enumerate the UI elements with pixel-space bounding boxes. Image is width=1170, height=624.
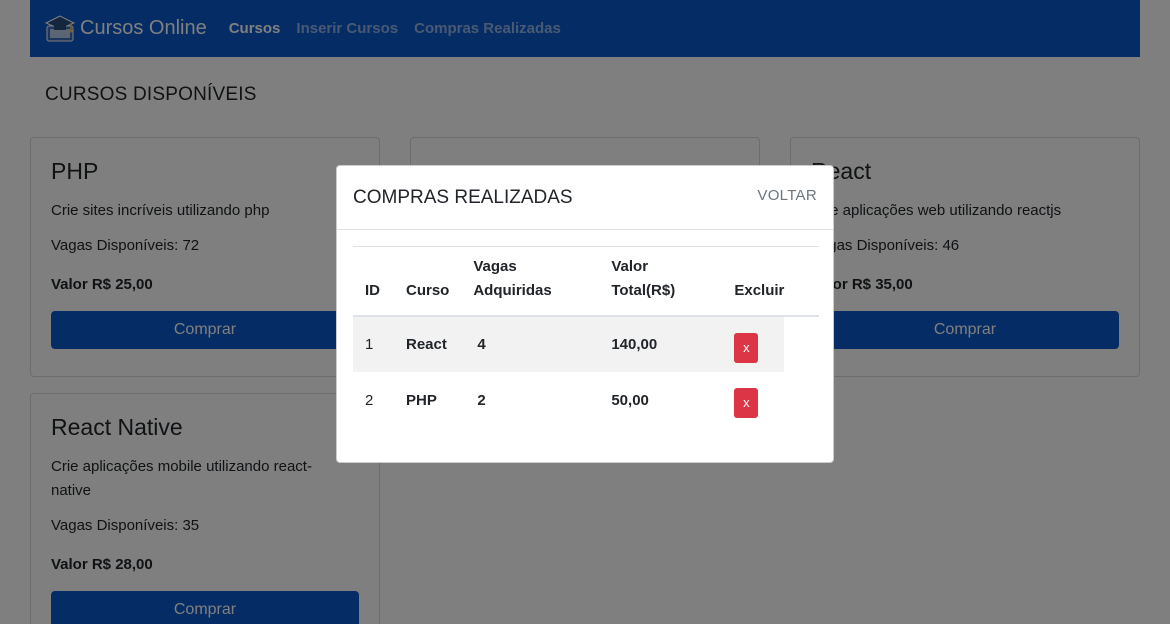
- cell-excluir: x: [722, 372, 819, 428]
- delete-button[interactable]: x: [734, 332, 759, 363]
- table-header-row: ID Curso Vagas Adquiridas Valor Total(R$…: [353, 246, 819, 317]
- delete-button[interactable]: x: [734, 388, 759, 418]
- table-row: 1 React 4 140,00 x: [353, 316, 819, 372]
- modal-title: COMPRAS REALIZADAS: [353, 186, 573, 208]
- column-header-valor: Valor Total(R$): [599, 246, 723, 317]
- cell-valor: 140,00: [599, 316, 723, 372]
- column-header-curso: Curso: [394, 246, 462, 317]
- cell-excluir: x: [722, 316, 819, 372]
- modal-header: COMPRAS REALIZADAS VOLTAR: [337, 166, 833, 230]
- cell-valor: 50,00: [611, 391, 649, 409]
- column-header-excluir: Excluir: [722, 246, 819, 317]
- cell-id: 2: [365, 391, 374, 409]
- cell-curso: React: [394, 316, 462, 372]
- column-header-id: ID: [353, 246, 394, 317]
- purchases-modal: COMPRAS REALIZADAS VOLTAR ID Curso Vagas…: [336, 165, 834, 463]
- cell-id: 1: [353, 316, 394, 372]
- modal-body: ID Curso Vagas Adquiridas Valor Total(R$…: [337, 230, 833, 428]
- cell-curso: PHP: [406, 391, 437, 409]
- purchases-table: ID Curso Vagas Adquiridas Valor Total(R$…: [353, 246, 819, 428]
- cell-vagas: 4: [461, 316, 600, 372]
- table-row: 2 PHP 2 50,00 x: [353, 372, 819, 428]
- column-header-vagas: Vagas Adquiridas: [461, 246, 600, 317]
- back-button[interactable]: VOLTAR: [757, 187, 817, 204]
- cell-vagas: 2: [477, 391, 486, 409]
